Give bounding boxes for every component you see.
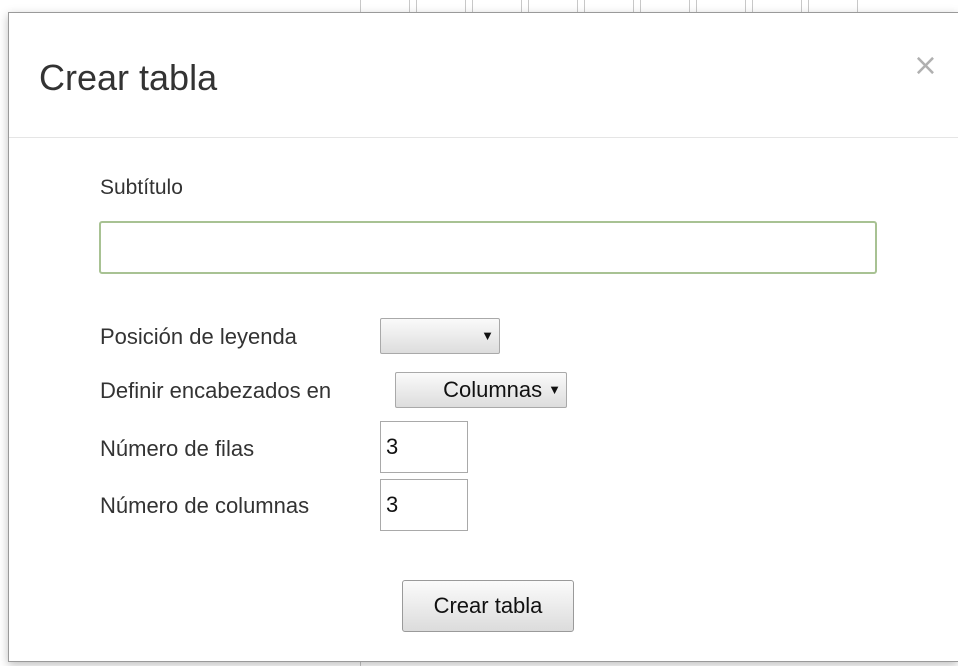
background-toolbar-cell [416,0,466,12]
rows-input[interactable]: 3 [380,421,468,473]
background-toolbar-cell [808,0,858,12]
dialog-header: Crear tabla × [9,13,958,138]
background-editor-toolbar [360,0,958,12]
background-toolbar-cell [472,0,522,12]
background-toolbar-cell [360,0,410,12]
chevron-down-icon: ▼ [548,382,561,397]
headers-select-value: Columnas [443,377,543,402]
create-table-button[interactable]: Crear tabla [402,580,574,632]
columns-value: 3 [386,492,399,517]
subtitle-input[interactable] [99,221,877,274]
background-toolbar-cell [640,0,690,12]
dialog-title: Crear tabla [39,57,218,98]
legend-position-select[interactable]: ▼ [380,318,500,354]
headers-select[interactable]: Columnas ▼ [395,372,567,408]
subtitle-label: Subtítulo [100,176,183,199]
headers-label: Definir encabezados en [100,378,332,403]
background-toolbar-cell [528,0,578,12]
close-icon[interactable]: × [913,51,938,81]
create-table-dialog: Crear tabla × Subtítulo Posición de leye… [8,12,958,662]
rows-label: Número de filas [100,436,255,461]
rows-value: 3 [386,434,399,459]
background-toolbar-cell [696,0,746,12]
columns-label: Número de columnas [100,493,310,518]
background-toolbar-cell [752,0,802,12]
background-toolbar-cell [584,0,634,12]
columns-input[interactable]: 3 [380,479,468,531]
chevron-down-icon: ▼ [481,328,494,343]
legend-position-label: Posición de leyenda [100,324,297,349]
